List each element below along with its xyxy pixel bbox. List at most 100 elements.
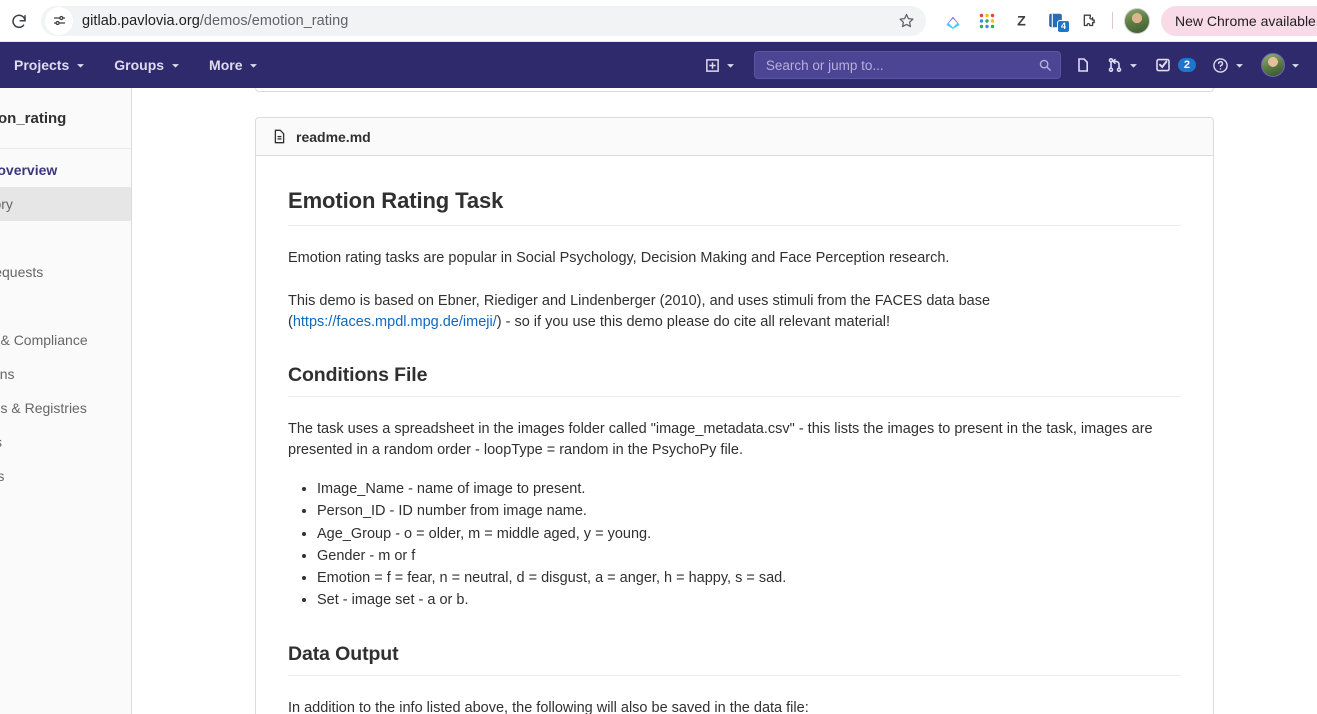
navbar-right-group: 2: [697, 42, 1317, 88]
chevron-down-icon: [726, 63, 734, 68]
extensions-tray: Z 4 New Chrome available: [936, 5, 1317, 36]
svg-text:Z: Z: [1017, 14, 1026, 30]
faces-database-link[interactable]: https://faces.mpdl.mpg.de/imeji/: [293, 314, 497, 330]
sidebar-label: Merge requests: [0, 264, 44, 280]
google-apps-grid-icon[interactable]: [970, 6, 1004, 36]
url-path: /demos/emotion_rating: [199, 12, 349, 29]
gitlab-top-navbar: Projects Groups More Search or jump to..…: [0, 42, 1317, 88]
zotero-extension-icon[interactable]: Z: [1004, 6, 1038, 36]
sidebar-item-members[interactable]: Members: [0, 459, 131, 493]
bookmark-button[interactable]: [893, 8, 919, 34]
chevron-down-icon: [1292, 63, 1299, 68]
sidebar-label: Analytics: [0, 434, 2, 450]
nav-groups-label: Groups: [114, 57, 165, 73]
chevron-down-icon: [1236, 63, 1243, 68]
notebook-extension-icon[interactable]: 4: [1038, 6, 1072, 36]
chrome-update-button[interactable]: New Chrome available: [1161, 5, 1317, 36]
url-host: gitlab.pavlovia.org: [82, 12, 200, 29]
sidebar-label: Operations: [0, 366, 15, 382]
sidebar-item-repository[interactable]: Repository: [0, 187, 131, 221]
reload-icon: [12, 14, 26, 28]
sidebar-item-ci-cd[interactable]: CI / CD: [0, 289, 131, 323]
todos-icon: [1156, 58, 1170, 72]
list-item: Set - image set - a or b.: [317, 589, 1181, 611]
sidebar-project-header[interactable]: E emotion_rating: [0, 88, 131, 149]
clickup-glyph: [946, 16, 960, 29]
conditions-list: Image_Name - name of image to present. P…: [288, 478, 1181, 612]
nav-groups[interactable]: Groups: [100, 42, 195, 88]
nav-projects-label: Projects: [14, 57, 70, 73]
list-item: Gender - m or f: [317, 545, 1181, 567]
readme-card-header: readme.md: [256, 118, 1213, 156]
heading-conditions-file: Conditions File: [288, 364, 1181, 397]
clickup-extension-icon[interactable]: [936, 6, 970, 36]
toolbar-divider: [1112, 12, 1113, 29]
puzzle-extensions-icon[interactable]: [1072, 6, 1106, 36]
page-body: E emotion_rating Project overview Reposi…: [0, 88, 1317, 714]
citation-paragraph: This demo is based on Ebner, Riediger an…: [288, 291, 1181, 333]
chevron-down-icon: [172, 63, 179, 68]
citation-text-after: ) - so if you use this demo please do ci…: [496, 314, 891, 330]
navbar-left-group: Projects Groups More: [0, 42, 273, 88]
search-icon: [1039, 59, 1051, 71]
project-info-card-partial: [255, 88, 1214, 92]
browser-toolbar: gitlab.pavlovia.org/demos/emotion_rating: [0, 0, 1317, 42]
sidebar-item-issues[interactable]: Issues: [0, 221, 131, 255]
site-settings-button[interactable]: [45, 6, 73, 35]
file-doc-icon: [274, 129, 285, 144]
sidebar-label: Members: [0, 468, 5, 484]
intro-paragraph: Emotion rating tasks are popular in Soci…: [288, 250, 950, 266]
conditions-paragraph: The task uses a spreadsheet in the image…: [288, 421, 1153, 458]
zotero-glyph: Z: [1017, 14, 1026, 30]
readme-content: Emotion Rating Task Emotion rating tasks…: [256, 156, 1213, 714]
list-item: Image_Name - name of image to present.: [317, 478, 1181, 500]
help-icon: [1213, 57, 1228, 73]
reload-button[interactable]: [4, 6, 34, 36]
sidebar-item-settings[interactable]: Settings: [0, 493, 131, 527]
heading-data-output: Data Output: [288, 643, 1181, 676]
nav-projects[interactable]: Projects: [0, 42, 100, 88]
todos-count-badge: 2: [1177, 58, 1196, 72]
search-input[interactable]: [765, 57, 1038, 73]
chevron-down-icon: [77, 63, 85, 68]
search-box[interactable]: [753, 51, 1061, 79]
sidebar-menu: Project overview Repository Issues Merge…: [0, 149, 131, 527]
nav-more[interactable]: More: [195, 42, 273, 88]
output-paragraph: In addition to the info listed above, th…: [288, 699, 809, 714]
puzzle-glyph: [1083, 13, 1095, 26]
sidebar-item-project-overview[interactable]: Project overview: [0, 153, 131, 187]
list-item: Person_ID - ID number from image name.: [317, 500, 1181, 522]
url-text: gitlab.pavlovia.org/demos/emotion_rating: [82, 13, 348, 29]
merge-requests-button[interactable]: [1099, 42, 1147, 88]
tune-icon: [53, 15, 65, 26]
sidebar-item-packages-registries[interactable]: Packages & Registries: [0, 391, 131, 425]
merge-requests-icon: [1108, 57, 1122, 72]
chevron-down-icon: [1129, 63, 1137, 68]
plus-square-icon: [706, 58, 719, 72]
readme-filename: readme.md: [296, 128, 371, 145]
address-bar[interactable]: gitlab.pavlovia.org/demos/emotion_rating: [41, 5, 926, 36]
issues-button[interactable]: [1067, 42, 1099, 88]
page-title: Emotion Rating Task: [288, 188, 1181, 226]
sidebar-item-security-compliance[interactable]: Security & Compliance: [0, 323, 131, 357]
sidebar-item-analytics[interactable]: Analytics: [0, 425, 131, 459]
readme-card: readme.md Emotion Rating Task Emotion ra…: [255, 117, 1214, 714]
issues-icon: [1078, 58, 1088, 72]
sidebar-label: Repository: [0, 196, 13, 212]
project-sidebar: E emotion_rating Project overview Reposi…: [0, 88, 132, 714]
user-menu-button[interactable]: [1253, 42, 1309, 88]
create-new-button[interactable]: [697, 42, 744, 88]
chevron-down-icon: [250, 63, 258, 68]
list-item: Age_Group - o = older, m = middle aged, …: [317, 523, 1181, 545]
sidebar-item-merge-requests[interactable]: Merge requests: [0, 255, 131, 289]
chrome-profile-avatar[interactable]: [1124, 7, 1150, 34]
apps-grid-glyph: [979, 13, 995, 28]
todos-button[interactable]: 2: [1147, 42, 1204, 88]
star-icon: [898, 13, 914, 28]
main-content: readme.md Emotion Rating Task Emotion ra…: [132, 88, 1317, 714]
sidebar-item-operations[interactable]: Operations: [0, 357, 131, 391]
nav-more-label: More: [209, 57, 243, 73]
extension-badge-count: 4: [1057, 19, 1070, 33]
help-button[interactable]: [1204, 42, 1253, 88]
sidebar-label: Packages & Registries: [0, 400, 87, 416]
